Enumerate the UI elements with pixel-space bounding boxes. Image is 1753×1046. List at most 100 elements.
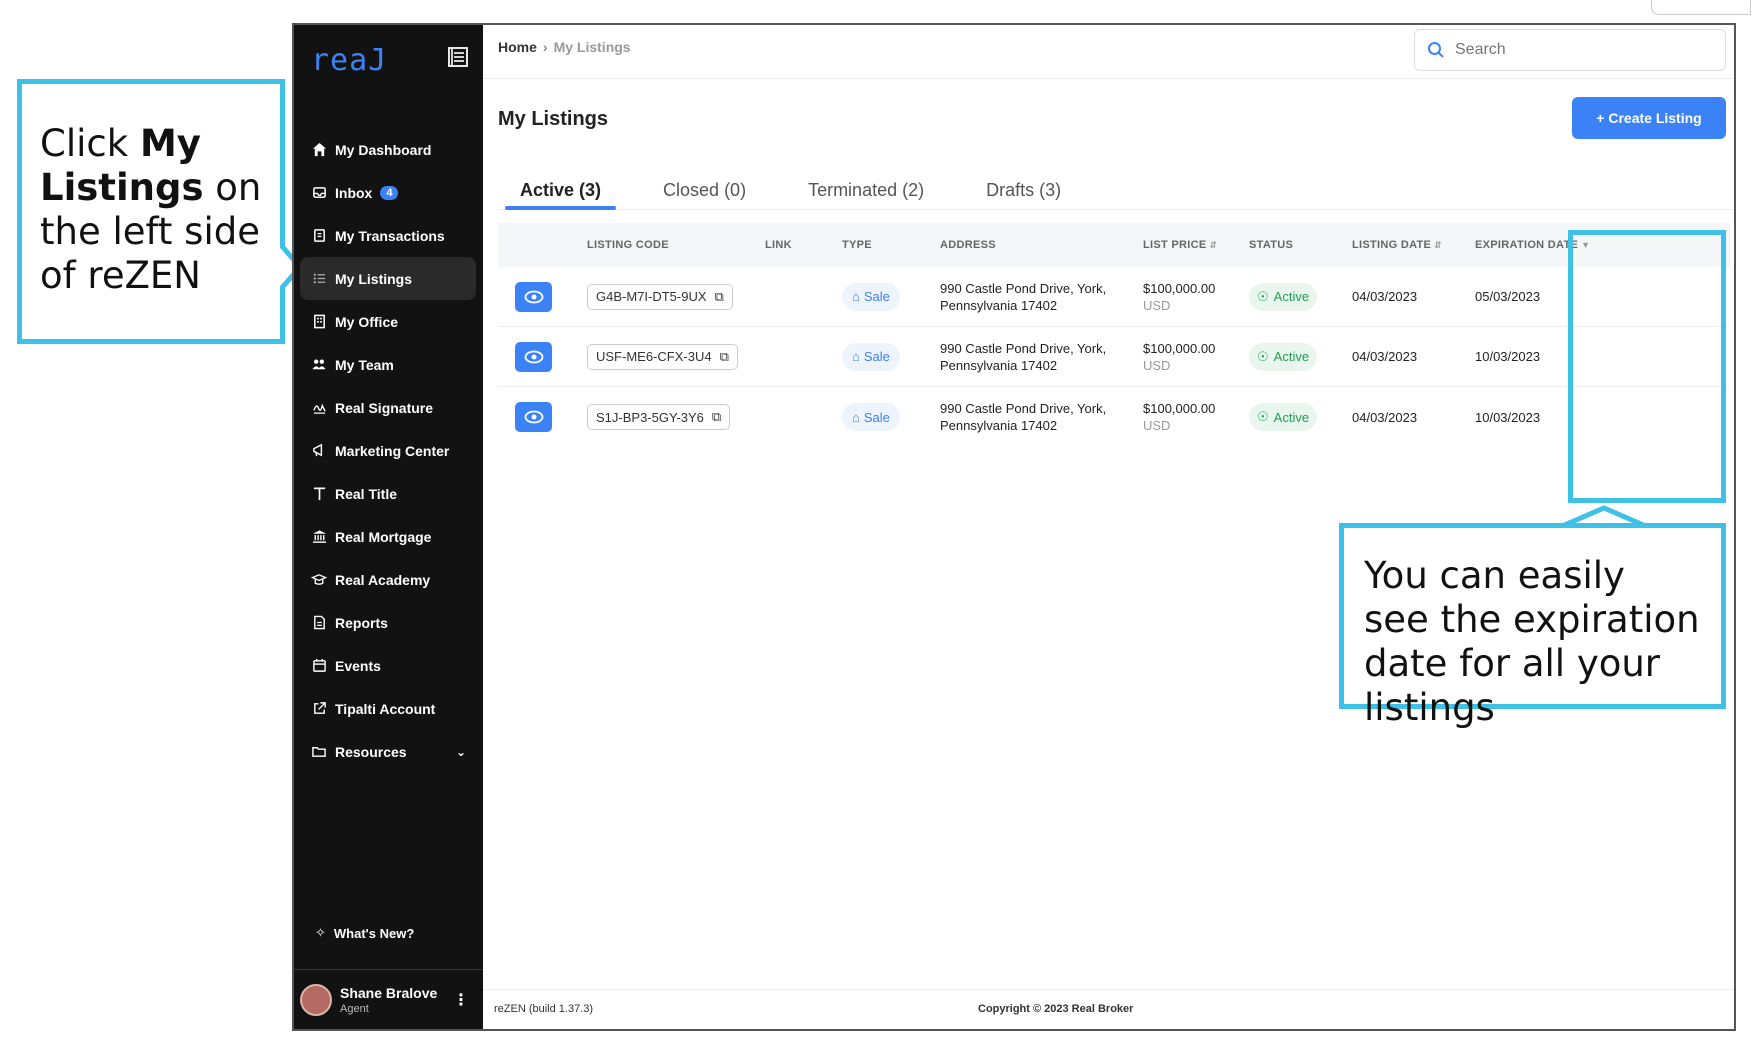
user-name: Shane Bralove <box>340 984 438 1001</box>
col-header-list-price[interactable]: LIST PRICE ⇵ <box>1143 239 1249 251</box>
view-listing-button[interactable] <box>515 281 552 312</box>
sidebar-item-label: My Office <box>335 313 399 330</box>
sidebar-item-real-academy[interactable]: Real Academy <box>300 558 476 601</box>
type-badge: ⌂ Sale <box>842 403 900 431</box>
sidebar-item-label: Real Title <box>335 485 397 502</box>
view-listing-button[interactable] <box>515 341 552 372</box>
chevron-down-icon[interactable]: ⌄ <box>456 745 466 759</box>
sidebar-item-my-transactions[interactable]: My Transactions <box>300 214 476 257</box>
sidebar-item-real-signature[interactable]: Real Signature <box>300 386 476 429</box>
footer: reZEN (build 1.37.3) Copyright © 2023 Re… <box>483 989 1734 1029</box>
sidebar-item-events[interactable]: Events <box>300 644 476 687</box>
sidebar-item-label: My Team <box>335 356 394 373</box>
sidebar-item-inbox[interactable]: Inbox 4 <box>300 171 476 214</box>
chevron-right-icon: › <box>542 39 548 55</box>
view-listing-button[interactable] <box>515 402 552 432</box>
col-header-list-price-label: LIST PRICE <box>1143 239 1207 251</box>
sidebar-item-label: Tipalti Account <box>335 700 436 717</box>
sidebar-item-my-listings[interactable]: My Listings <box>300 257 476 300</box>
price-currency: USD <box>1143 418 1171 433</box>
address-cell: 990 Castle Pond Drive, York, Pennsylvania… <box>940 280 1143 314</box>
sidebar-item-label: Real Mortgage <box>335 528 432 545</box>
breadcrumb-current: My Listings <box>553 39 631 55</box>
price-value: $100,000.00 <box>1143 401 1216 416</box>
sidebar-item-real-mortgage[interactable]: Real Mortgage <box>300 515 476 558</box>
sidebar-item-label: Inbox <box>335 184 373 201</box>
copyright: Copyright © 2023 Real Broker <box>978 1003 1134 1015</box>
external-link-icon <box>310 700 328 718</box>
real-logo[interactable]: reaJ <box>311 43 387 78</box>
sidebar-item-real-title[interactable]: Real Title <box>300 472 476 515</box>
right-annotation-callout: You can easily see the expiration date f… <box>1339 523 1726 729</box>
sidebar: reaJ My Dashboard Inbox 4 My Transactions… <box>294 25 483 1029</box>
listing-code-pill[interactable]: G4B-M7I-DT5-9UX ⧉ <box>587 283 733 310</box>
bank-icon <box>310 528 328 546</box>
table-row: G4B-M7I-DT5-9UX ⧉ ⌂ Sale 990 Castle Pond D… <box>498 267 1730 327</box>
sidebar-item-label: Marketing Center <box>335 442 450 459</box>
listing-code: S1J-BP3-5GY-3Y6 <box>596 409 704 425</box>
sidebar-item-label: My Listings <box>335 270 413 287</box>
more-options-icon[interactable]: ⋮ <box>453 990 469 1010</box>
create-listing-button[interactable]: + Create Listing <box>1572 97 1726 139</box>
build-version: reZEN (build 1.37.3) <box>494 1003 594 1015</box>
sidebar-item-marketing-center[interactable]: Marketing Center <box>300 429 476 472</box>
table-row: S1J-BP3-5GY-3Y6 ⧉ ⌂ Sale 990 Castle Pond D… <box>498 387 1730 447</box>
tab-drafts[interactable]: Drafts (3) <box>964 170 1083 209</box>
user-profile-row[interactable]: Shane Bralove Agent ⋮ <box>294 969 483 1029</box>
search-input[interactable] <box>1455 41 1695 59</box>
status-badge: ☉ Active <box>1249 403 1318 431</box>
address-line2: Pennsylvania 17402 <box>940 418 1058 433</box>
collapse-menu-icon[interactable] <box>447 46 469 68</box>
signature-icon <box>310 399 328 417</box>
tab-closed[interactable]: Closed (0) <box>641 170 768 209</box>
col-header-listing-date[interactable]: LISTING DATE ⇵ <box>1352 239 1475 251</box>
listing-tabs: Active (3) Closed (0) Terminated (2) Dra… <box>498 170 1734 210</box>
office-icon <box>310 313 328 331</box>
sidebar-item-tipalti-account[interactable]: Tipalti Account <box>300 687 476 730</box>
breadcrumb-home[interactable]: Home <box>498 39 537 55</box>
corner-frame <box>1651 0 1751 15</box>
status-label: Active <box>1273 409 1310 425</box>
whats-new-link[interactable]: ✧ What's New? <box>315 925 414 941</box>
screenshot-stage: Click My Listings on the left side of re… <box>0 0 1753 1046</box>
sidebar-item-reports[interactable]: Reports <box>300 601 476 644</box>
top-bar: Home › My Listings <box>483 25 1734 79</box>
house-icon: ⌂ <box>852 409 860 425</box>
tab-terminated[interactable]: Terminated (2) <box>786 170 946 209</box>
copy-icon[interactable]: ⧉ <box>720 349 729 365</box>
price-cell: $100,000.00 USD <box>1143 280 1249 314</box>
col-header-link: LINK <box>765 239 792 251</box>
type-badge: ⌂ Sale <box>842 342 900 371</box>
address-cell: 990 Castle Pond Drive, York, Pennsylvania… <box>940 340 1143 374</box>
address-line1: 990 Castle Pond Drive, York, <box>940 340 1107 356</box>
price-value: $100,000.00 <box>1143 340 1216 356</box>
sidebar-nav: My Dashboard Inbox 4 My Transactions My L… <box>300 128 476 773</box>
search-box[interactable] <box>1414 29 1726 71</box>
col-header-expiration-date-label: EXPIRATION DATE <box>1475 239 1579 251</box>
sidebar-item-label: Resources <box>335 743 407 760</box>
sidebar-item-label: Events <box>335 657 381 674</box>
listing-date: 04/03/2023 <box>1352 289 1418 304</box>
listing-code-pill[interactable]: USF-ME6-CFX-3U4 ⧉ <box>587 343 738 370</box>
eye-icon <box>524 290 543 303</box>
sidebar-item-my-office[interactable]: My Office <box>300 300 476 343</box>
sidebar-item-my-dashboard[interactable]: My Dashboard <box>300 128 476 171</box>
status-badge: ☉ Active <box>1249 282 1318 311</box>
sidebar-item-resources[interactable]: Resources ⌄ <box>300 730 476 773</box>
tab-active[interactable]: Active (3) <box>498 170 623 210</box>
graduation-cap-icon <box>310 571 328 589</box>
address-line2: Pennsylvania 17402 <box>940 297 1058 313</box>
col-header-listing-code: LISTING CODE <box>587 239 669 251</box>
price-value: $100,000.00 <box>1143 280 1216 296</box>
house-icon: ⌂ <box>852 349 860 364</box>
listing-code-pill[interactable]: S1J-BP3-5GY-3Y6 ⧉ <box>587 404 731 430</box>
listing-code: G4B-M7I-DT5-9UX <box>596 289 707 304</box>
sidebar-item-my-team[interactable]: My Team <box>300 343 476 386</box>
sidebar-item-label: My Transactions <box>335 227 445 244</box>
copy-icon[interactable]: ⧉ <box>712 409 721 425</box>
col-header-status: STATUS <box>1249 239 1294 251</box>
eye-icon <box>524 350 543 363</box>
copy-icon[interactable]: ⧉ <box>715 289 724 305</box>
sidebar-item-label: Real Signature <box>335 399 434 416</box>
folder-icon <box>310 743 328 761</box>
